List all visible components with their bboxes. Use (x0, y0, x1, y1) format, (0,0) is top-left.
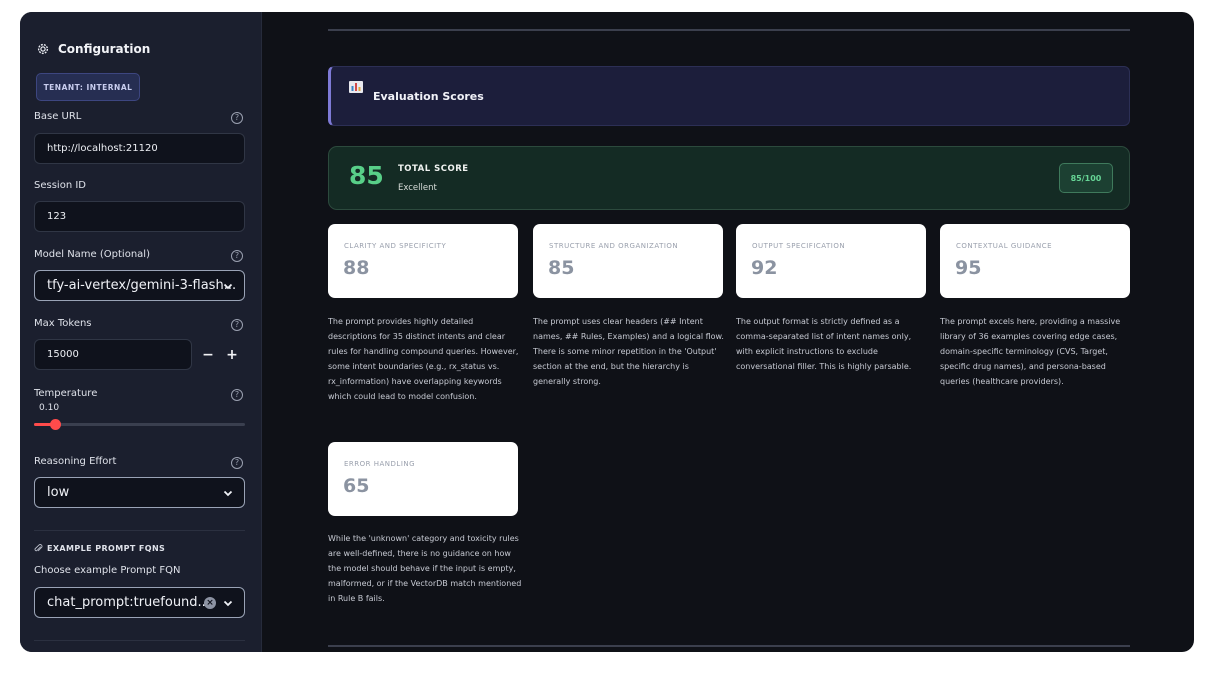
base-url-input[interactable]: http://localhost:21120 (34, 133, 245, 164)
score-description: While the 'unknown' category and toxicit… (328, 534, 522, 603)
chevron-down-icon (223, 600, 233, 607)
evaluation-banner: Evaluation Scores (328, 66, 1130, 126)
score-card-label: OUTPUT SPECIFICATION (752, 242, 846, 250)
temperature-slider-thumb[interactable] (49, 419, 61, 430)
example-prompt-select[interactable]: chat_prompt:truefound... × (34, 587, 245, 618)
score-description: The prompt uses clear headers (## Intent… (533, 317, 724, 386)
max-tokens-label: Max Tokens (34, 318, 92, 329)
score-description: The output format is strictly defined as… (736, 317, 912, 371)
clear-icon[interactable]: × (204, 597, 216, 609)
temperature-label: Temperature (34, 388, 98, 399)
help-icon[interactable]: ? (231, 319, 243, 331)
score-card-structure: STRUCTURE AND ORGANIZATION 85 (533, 224, 723, 298)
session-id-label: Session ID (34, 180, 86, 191)
gear-icon (37, 43, 49, 55)
score-description: The prompt excels here, providing a mass… (940, 317, 1121, 386)
top-divider (328, 29, 1130, 31)
sidebar-divider (34, 640, 245, 641)
reasoning-effort-select[interactable]: low (34, 477, 245, 508)
total-score-panel: 85 TOTAL SCORE Excellent 85/100 (328, 146, 1130, 210)
example-prompt-label: Choose example Prompt FQN (34, 565, 181, 576)
score-card-label: ERROR HANDLING (344, 460, 416, 468)
reasoning-effort-label: Reasoning Effort (34, 456, 117, 467)
score-card-value: 85 (548, 257, 575, 279)
score-card-label: CLARITY AND SPECIFICITY (344, 242, 447, 250)
example-prompts-heading: EXAMPLE PROMPT FQNS (34, 544, 165, 553)
score-card-clarity: CLARITY AND SPECIFICITY 88 (328, 224, 518, 298)
total-score-badge: 85/100 (1059, 163, 1113, 193)
decrement-button[interactable]: − (198, 339, 218, 370)
main-content: Evaluation Scores 85 TOTAL SCORE Excelle… (263, 12, 1194, 652)
app-window: Configuration TENANT: INTERNAL Base URL … (20, 12, 1194, 652)
paperclip-icon (34, 544, 43, 552)
bar-chart-icon (349, 81, 363, 93)
score-card-error-handling: ERROR HANDLING 65 (328, 442, 518, 516)
chevron-down-icon (223, 283, 233, 290)
help-icon[interactable]: ? (231, 112, 243, 124)
score-card-output: OUTPUT SPECIFICATION 92 (736, 224, 926, 298)
score-card-label: CONTEXTUAL GUIDANCE (956, 242, 1053, 250)
evaluation-title: Evaluation Scores (373, 90, 484, 103)
session-id-input[interactable]: 123 (34, 201, 245, 232)
score-description: The prompt provides highly detailed desc… (328, 317, 519, 401)
model-name-select[interactable]: tfy-ai-vertex/gemini-3-flash... (34, 270, 245, 301)
increment-button[interactable]: + (222, 339, 242, 370)
model-name-label: Model Name (Optional) (34, 249, 150, 260)
help-icon[interactable]: ? (231, 457, 243, 469)
temperature-value: 0.10 (39, 403, 60, 413)
help-icon[interactable]: ? (231, 389, 243, 401)
base-url-label: Base URL (34, 111, 82, 122)
example-prompts-title: EXAMPLE PROMPT FQNS (47, 544, 166, 553)
temperature-slider-track[interactable] (34, 423, 245, 426)
sidebar: Configuration TENANT: INTERNAL Base URL … (20, 12, 262, 652)
example-prompt-value: chat_prompt:truefound... (47, 595, 210, 610)
total-score-value: 85 (349, 161, 384, 190)
score-card-value: 92 (751, 257, 778, 279)
score-card-value: 95 (955, 257, 982, 279)
help-icon[interactable]: ? (231, 250, 243, 262)
score-card-value: 88 (343, 257, 370, 279)
score-card-value: 65 (343, 475, 370, 497)
chevron-down-icon (223, 490, 233, 497)
tenant-badge: TENANT: INTERNAL (36, 73, 140, 101)
total-score-rating: Excellent (398, 183, 437, 193)
sidebar-divider (34, 530, 245, 531)
score-card-context: CONTEXTUAL GUIDANCE 95 (940, 224, 1130, 298)
bottom-divider (328, 645, 1130, 647)
config-title: Configuration (58, 42, 151, 56)
model-name-value: tfy-ai-vertex/gemini-3-flash... (47, 278, 237, 293)
reasoning-effort-value: low (47, 485, 70, 500)
score-card-label: STRUCTURE AND ORGANIZATION (549, 242, 679, 250)
config-header: Configuration (36, 42, 150, 56)
max-tokens-input[interactable]: 15000 (34, 339, 192, 370)
total-score-label: TOTAL SCORE (398, 164, 469, 174)
